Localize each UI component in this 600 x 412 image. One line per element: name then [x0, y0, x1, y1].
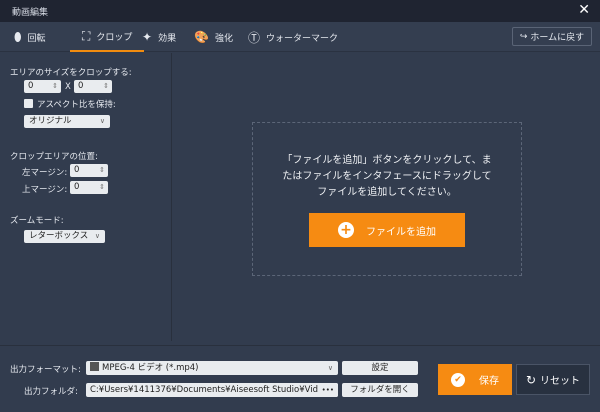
- window-title: 動画編集: [12, 8, 49, 18]
- drop-instructions: 「ファイルを追加」ボタンをクリックして、ま たはファイルをインタフェースにドラッ…: [253, 153, 521, 201]
- aspect-select[interactable]: オリジナル ∨: [24, 115, 110, 128]
- home-button[interactable]: ↪ ホームに戻す: [512, 27, 592, 46]
- title-bar: 動画編集 ✕: [0, 0, 600, 22]
- value: 0: [74, 182, 80, 192]
- tab-rotate[interactable]: ⬮ 回転: [14, 22, 46, 52]
- crop-position-label: クロップエリアの位置:: [10, 152, 98, 162]
- effects-icon: ✦: [142, 30, 153, 44]
- output-format-select[interactable]: MPEG-4 ビデオ (*.mp4) ∨: [86, 361, 338, 375]
- value: 0: [74, 165, 80, 175]
- value: 0: [28, 81, 34, 91]
- times-label: X: [65, 82, 71, 92]
- value: C:¥Users¥1411376¥Documents¥Aiseesoft Stu…: [90, 385, 329, 395]
- crop-settings-panel: エリアのサイズをクロップする: 0 ⇕ X 0 ⇕ アスペクト比を保持: オリジナル…: [0, 53, 172, 341]
- keep-aspect-label: アスペクト比を保持:: [37, 100, 116, 110]
- tab-label: 回転: [27, 33, 46, 44]
- home-label: ホームに戻す: [530, 33, 585, 43]
- keep-aspect-checkbox[interactable]: [24, 99, 33, 108]
- settings-button[interactable]: 設定: [342, 361, 418, 375]
- tab-label: ウォーターマーク: [266, 33, 339, 44]
- tab-label: クロップ: [96, 32, 133, 43]
- plus-icon: +: [338, 222, 354, 238]
- rotate-icon: ⬮: [14, 29, 22, 44]
- drop-line: たはファイルをインタフェースにドラッグして: [282, 171, 492, 182]
- left-margin-label: 左マージン:: [22, 168, 68, 178]
- spinner-icon[interactable]: ⇕: [99, 181, 105, 194]
- top-margin-label: 上マージン:: [22, 185, 68, 195]
- reset-icon: ↻: [525, 372, 537, 387]
- output-bar: 出力フォーマット: MPEG-4 ビデオ (*.mp4) ∨ 設定 出力フォルダ:…: [0, 345, 600, 412]
- tab-crop[interactable]: ⛶ クロップ: [70, 22, 145, 52]
- spinner-icon[interactable]: ⇕: [103, 80, 109, 93]
- tab-label: 効果: [158, 33, 177, 44]
- output-folder-input[interactable]: C:¥Users¥1411376¥Documents¥Aiseesoft Stu…: [86, 383, 338, 397]
- drop-zone[interactable]: 「ファイルを追加」ボタンをクリックして、ま たはファイルをインタフェースにドラッ…: [252, 122, 522, 276]
- save-button[interactable]: ✔ 保存: [438, 364, 512, 395]
- drop-line: ファイルを追加してください。: [317, 187, 457, 198]
- output-format-label: 出力フォーマット:: [10, 365, 81, 375]
- value: 0: [78, 81, 84, 91]
- drop-line: 「ファイルを追加」ボタンをクリックして、ま: [282, 155, 492, 166]
- chevron-down-icon: ∨: [99, 117, 105, 125]
- reset-button[interactable]: ↻ リセット: [516, 364, 590, 395]
- value: オリジナル: [29, 116, 72, 126]
- save-label: 保存: [479, 376, 499, 387]
- palette-icon: 🎨: [194, 30, 209, 44]
- tab-label: 強化: [214, 33, 233, 44]
- chevron-down-icon: ∨: [327, 364, 333, 372]
- value: MPEG-4 ビデオ (*.mp4): [102, 363, 199, 373]
- top-margin-input[interactable]: 0 ⇕: [70, 181, 108, 194]
- open-folder-button[interactable]: フォルダを開く: [342, 383, 418, 397]
- browse-icon[interactable]: •••: [317, 383, 338, 397]
- close-icon[interactable]: ✕: [578, 2, 590, 18]
- tab-effects[interactable]: ✦ 効果: [142, 22, 176, 52]
- left-margin-input[interactable]: 0 ⇕: [70, 164, 108, 177]
- crop-width-input[interactable]: 0 ⇕: [24, 80, 61, 93]
- chevron-down-icon: ∨: [94, 232, 100, 240]
- value: レターボックス: [29, 231, 89, 241]
- reset-label: リセット: [540, 376, 581, 387]
- crop-size-label: エリアのサイズをクロップする:: [10, 68, 132, 78]
- output-folder-label: 出力フォルダ:: [24, 387, 78, 397]
- watermark-icon: Ⓣ: [248, 30, 261, 45]
- return-icon: ↪: [519, 31, 528, 42]
- mp4-icon: [90, 362, 99, 371]
- spinner-icon[interactable]: ⇕: [52, 80, 58, 93]
- check-icon: ✔: [451, 372, 465, 387]
- crop-icon: ⛶: [82, 28, 91, 43]
- tab-bar: ⬮ 回転 ⛶ クロップ ✦ 効果 🎨 強化 Ⓣ ウォーターマーク ↪ ホームに戻す: [0, 22, 600, 52]
- crop-height-input[interactable]: 0 ⇕: [74, 80, 112, 93]
- add-file-button[interactable]: + ファイルを追加: [309, 213, 465, 247]
- tab-watermark[interactable]: Ⓣ ウォーターマーク: [248, 22, 338, 52]
- add-file-label: ファイルを追加: [366, 226, 436, 238]
- zoom-mode-select[interactable]: レターボックス ∨: [24, 230, 105, 243]
- tab-enhance[interactable]: 🎨 強化: [194, 22, 233, 52]
- zoom-mode-label: ズームモード:: [10, 216, 64, 226]
- spinner-icon[interactable]: ⇕: [99, 164, 105, 177]
